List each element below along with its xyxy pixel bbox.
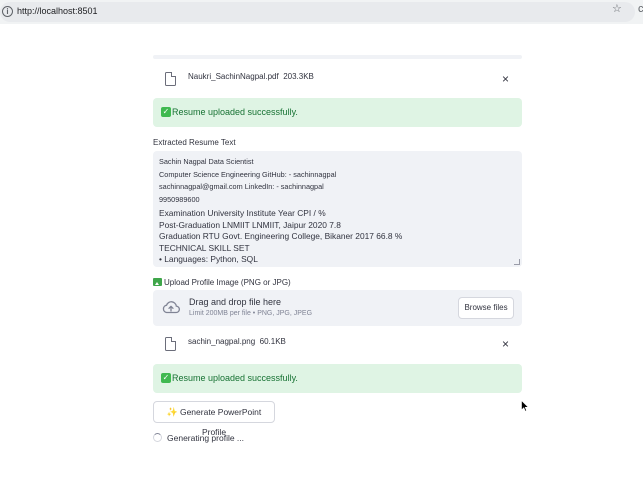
generate-powerpoint-button[interactable]: ✨ Generate PowerPoint Profile	[153, 401, 275, 437]
textarea-line: Examination University Institute Year CP…	[159, 208, 326, 218]
loading-spinner-icon	[153, 433, 162, 442]
browser-chrome: i http://localhost:8501 ☆ c	[0, 0, 643, 24]
dropzone-title: Drag and drop file here	[189, 297, 282, 307]
textarea-line: TECHNICAL SKILL SET	[159, 242, 250, 253]
textarea-line: Computer Science Engineering GitHub: - s…	[159, 169, 337, 179]
file-icon	[165, 337, 176, 351]
extracted-text-label: Extracted Resume Text	[153, 138, 236, 147]
remove-resume-close-icon[interactable]: ×	[502, 73, 509, 85]
resume-success-alert: ✓ Resume uploaded successfully.	[153, 98, 522, 127]
image-success-text: Resume uploaded successfully.	[172, 373, 298, 383]
remove-image-close-icon[interactable]: ×	[502, 338, 509, 350]
url-text[interactable]: http://localhost:8501	[17, 6, 98, 16]
file-icon	[165, 72, 176, 86]
image-file-name: sachin_nagpal.png	[188, 337, 256, 346]
cloud-upload-icon	[162, 301, 180, 314]
image-file-size: 60.1KB	[259, 337, 286, 346]
resume-file-name: Naukri_SachinNagpal.pdf	[188, 72, 279, 81]
resume-success-text: Resume uploaded successfully.	[172, 107, 298, 117]
uploaded-image-file: sachin_nagpal.png 60.1KB ×	[153, 335, 522, 357]
site-info-icon[interactable]: i	[2, 6, 13, 17]
check-mark-icon: ✓	[161, 373, 171, 383]
resume-file-size: 203.3KB	[283, 72, 314, 81]
profile-image-label: Upload Profile Image (PNG or JPG)	[153, 278, 291, 287]
dropzone-limit: Limit 200MB per file • PNG, JPG, JPEG	[189, 310, 313, 317]
profile-image-dropzone[interactable]: Drag and drop file here Limit 200MB per …	[153, 290, 522, 326]
sparkles-icon: ✨	[166, 407, 178, 417]
image-icon	[153, 278, 162, 286]
image-success-alert: ✓ Resume uploaded successfully.	[153, 364, 522, 393]
textarea-line: 9950989600	[159, 194, 200, 204]
extension-icon[interactable]: c	[638, 3, 643, 16]
generating-status-text: Generating profile ...	[167, 433, 245, 443]
textarea-line: Graduation RTU Govt. Engineering College…	[159, 231, 403, 241]
mouse-pointer-icon	[521, 400, 529, 412]
browse-files-button[interactable]: Browse files	[458, 297, 514, 319]
textarea-line: Sachin Nagpal Data Scientist	[159, 157, 254, 166]
textarea-line: Post-Graduation LNMIIT LNMIIT, Jaipur 20…	[159, 219, 341, 230]
textarea-line: sachinnagpal@gmail.com LinkedIn: - sachi…	[159, 182, 324, 191]
uploaded-resume-file: Naukri_SachinNagpal.pdf 203.3KB ×	[153, 70, 522, 92]
profile-image-label-text: Upload Profile Image (PNG or JPG)	[164, 278, 291, 287]
bookmark-star-icon[interactable]: ☆	[612, 3, 622, 16]
textarea-resize-handle[interactable]	[514, 259, 520, 265]
check-mark-icon: ✓	[161, 107, 171, 117]
extracted-resume-textarea[interactable]: Sachin Nagpal Data Scientist Computer Sc…	[153, 151, 522, 267]
textarea-line: • Languages: Python, SQL	[159, 254, 258, 264]
uploader-top-edge	[153, 55, 522, 59]
address-bar[interactable]: i http://localhost:8501	[0, 2, 635, 22]
